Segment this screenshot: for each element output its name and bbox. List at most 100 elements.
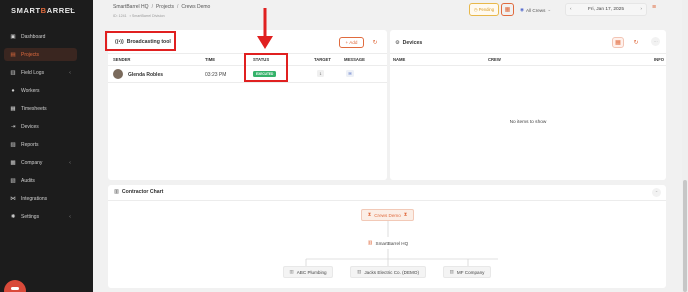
sidebar-item-devices[interactable]: ⇥ Devices	[4, 120, 77, 133]
divider	[390, 53, 666, 54]
crew-icon: ⧗	[367, 212, 372, 218]
integrations-icon: ⋈	[10, 195, 16, 202]
sidebar-item-projects[interactable]: ▤ Projects	[4, 48, 77, 61]
sidebar-item-label: Reports	[21, 141, 39, 148]
workers-icon: ●	[11, 87, 15, 94]
refresh-icon[interactable]: ↻	[630, 37, 642, 48]
scrollbar-thumb[interactable]	[683, 180, 687, 292]
breadcrumb-company[interactable]: SmartBarrel HQ	[113, 4, 149, 10]
chat-fab-button[interactable]	[4, 280, 26, 292]
crew-icon: ⧗	[403, 212, 408, 218]
sidebar-item-settings[interactable]: ✺ Settings ‹	[4, 210, 77, 223]
sent-time: 03:23 PM	[205, 72, 227, 78]
dashboard-icon: ▣	[10, 33, 16, 40]
devices-icon: ⇥	[10, 123, 16, 130]
target-count[interactable]: 1	[317, 70, 324, 77]
sidebar-item-label: Company	[21, 159, 43, 166]
highlight-box-status-column	[244, 53, 288, 82]
col-info: INFO	[654, 57, 665, 62]
devices-card: ⚙ Devices ▦ ↻ ⋯ NAME CREW INFO No items …	[390, 30, 666, 180]
audits-icon: ▧	[10, 177, 16, 184]
breadcrumb-current: Crews Demo	[181, 4, 211, 10]
project-id: ID: 1241	[113, 14, 127, 18]
sidebar-item-audits[interactable]: ▧ Audits	[4, 174, 77, 187]
col-message: MESSAGE	[344, 57, 365, 62]
more-options-icon[interactable]: ⋯	[651, 37, 660, 46]
sidebar-item-integrations[interactable]: ⋈ Integrations	[4, 192, 77, 205]
col-name: NAME	[393, 57, 406, 62]
empty-state: No items to show	[509, 120, 547, 125]
clock-icon: ◷	[473, 7, 478, 12]
project-meta: ID: 1241 ▪ SmartBarrel Division	[113, 14, 165, 18]
sidebar-item-label: Projects	[21, 51, 40, 58]
devices-title: ⚙ Devices	[395, 40, 423, 46]
sidebar-item-label: Timesheets	[21, 105, 47, 112]
highlight-box-broadcast-title	[105, 31, 176, 51]
breadcrumb: SmartBarrel HQ / Projects / Crews Demo	[113, 4, 211, 10]
org-node-subcontractor[interactable]: ▥ Jacks Electric Co. (DEMO)	[350, 266, 426, 278]
sidebar-item-field-logs[interactable]: ▥ Field Logs ‹	[4, 66, 77, 79]
sidebar-item-workers[interactable]: ● Workers	[4, 84, 77, 97]
projects-icon: ▤	[10, 51, 16, 58]
building-icon: ▥	[449, 269, 454, 274]
pending-button[interactable]: ◷ Pending	[469, 3, 499, 16]
app-logo[interactable]: SMARTBARREL	[11, 6, 76, 15]
sidebar-item-dashboard[interactable]: ▣ Dashboard	[4, 30, 77, 43]
menu-icon[interactable]: ≡	[652, 4, 656, 11]
org-node-subcontractor[interactable]: ▥ MF Company	[443, 266, 491, 278]
avatar	[113, 69, 123, 79]
date-picker[interactable]: ‹ Fri, Jan 17, 2025 ›	[565, 3, 647, 16]
sidebar-item-timesheets[interactable]: ▦ Timesheets	[4, 102, 77, 115]
next-day-icon[interactable]: ›	[640, 7, 642, 12]
col-target: TARGET	[314, 57, 331, 62]
reports-icon: ▨	[10, 141, 16, 148]
prev-day-icon[interactable]: ‹	[570, 7, 572, 12]
chevron-left-icon: ‹	[69, 213, 71, 220]
col-sender: SENDER	[113, 57, 131, 62]
chevron-left-icon: ‹	[69, 159, 71, 166]
company-icon: ▩	[10, 159, 16, 166]
building-icon: ▥	[357, 269, 362, 274]
sender-name: Glenda Robles	[128, 72, 164, 78]
divider	[390, 65, 666, 66]
sidebar-item-label: Settings	[21, 213, 40, 220]
grid-icon: ▦	[504, 7, 511, 13]
building-icon: ▥	[289, 269, 294, 274]
sidebar-item-label: Integrations	[21, 195, 48, 202]
project-division: SmartBarrel Division	[131, 14, 165, 18]
sidebar-item-label: Audits	[21, 177, 35, 184]
col-time: TIME	[205, 57, 216, 62]
chevron-down-icon: ⌄	[547, 7, 552, 12]
sidebar-item-reports[interactable]: ▨ Reports	[4, 138, 77, 151]
crews-icon: ◉	[520, 7, 525, 12]
col-crew: CREW	[488, 57, 501, 62]
grid-view-button[interactable]: ▦	[501, 3, 514, 16]
annotation-arrow	[257, 8, 273, 49]
sidebar-item-label: Field Logs	[21, 69, 45, 76]
field-logs-icon: ▥	[10, 69, 16, 76]
org-node-hq[interactable]: ▥ SmartBarrel HQ	[362, 237, 414, 249]
org-node-root[interactable]: ⧗ Crews Demo ⧗	[361, 209, 414, 221]
add-broadcast-button[interactable]: + Add	[339, 37, 364, 48]
sidebar-item-label: Devices	[21, 123, 39, 130]
building-icon: ▪	[129, 14, 131, 18]
crews-select[interactable]: ◉ All Crews ⌄	[520, 4, 562, 16]
grid-view-icon[interactable]: ▦	[612, 37, 624, 48]
sidebar-item-label: Dashboard	[21, 33, 46, 40]
sidebar: SMARTBARREL ⇤ ▣ Dashboard ▤ Projects ▥ Field …	[0, 0, 93, 292]
sidebar-item-label: Workers	[21, 87, 40, 94]
refresh-icon[interactable]: ↻	[369, 37, 381, 48]
divider	[108, 82, 387, 83]
topbar: SmartBarrel HQ / Projects / Crews Demo ID: 1…	[100, 0, 670, 24]
date-value: Fri, Jan 17, 2025	[588, 7, 624, 12]
breadcrumb-projects[interactable]: Projects	[156, 4, 174, 10]
collapse-sidebar-icon[interactable]: ⇤	[69, 6, 74, 13]
building-icon: ▥	[367, 240, 373, 246]
org-node-subcontractor[interactable]: ▥ ABC Plumbing	[283, 266, 333, 278]
settings-icon: ✺	[10, 213, 16, 220]
sidebar-item-company[interactable]: ▩ Company ‹	[4, 156, 77, 169]
gear-icon: ⚙	[395, 40, 400, 46]
timesheets-icon: ▦	[10, 105, 16, 112]
contractor-chart-card: ▥ Contractor Chart ⌃ ⧗ Crews Demo ⧗ ▥ Sm…	[108, 185, 666, 288]
message-icon[interactable]: ✉	[346, 70, 354, 77]
